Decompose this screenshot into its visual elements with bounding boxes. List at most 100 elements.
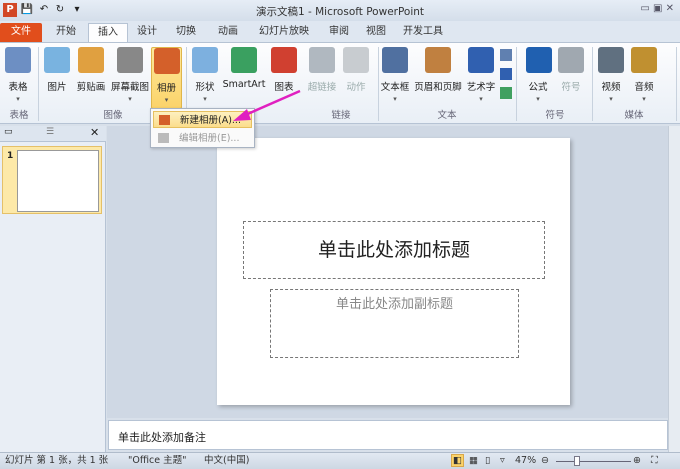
slides-tab[interactable]: ▭	[4, 127, 13, 137]
symbol-icon	[558, 47, 584, 73]
group-divider	[516, 47, 517, 121]
button-label: 视频	[601, 82, 621, 93]
powerpoint-logo-icon[interactable]: P	[3, 3, 17, 17]
theme-name[interactable]: "Office 主题"	[128, 453, 187, 469]
button-label: 相册	[156, 83, 176, 94]
zoom-slider-thumb[interactable]	[574, 456, 581, 466]
language[interactable]: 中文(中国)	[204, 453, 249, 469]
shapes-icon	[192, 47, 218, 73]
zoom-out-icon[interactable]: ⊖	[541, 453, 549, 469]
redo-icon[interactable]: ↻	[53, 3, 67, 17]
equation-button[interactable]: 公式 ▾	[526, 47, 552, 103]
tab-7[interactable]: 审阅	[322, 23, 356, 43]
clipart-icon	[78, 47, 104, 73]
ribbon-tabs: 文件 开始 插入 设计 切换 动画 幻灯片放映 审阅 视图 开发工具	[0, 21, 680, 43]
tab-1[interactable]: 开始	[46, 23, 86, 43]
photo-album-button[interactable]: 相册 ▾	[151, 47, 182, 109]
button-label: 表格	[8, 82, 28, 93]
object-icon[interactable]	[500, 87, 512, 99]
reading-view-icon[interactable]: ▯	[485, 453, 490, 469]
picture-button[interactable]: 图片	[43, 47, 71, 95]
undo-icon[interactable]: ↶	[37, 3, 51, 17]
button-label: 形状	[195, 82, 215, 93]
close-panel-icon[interactable]: ✕	[90, 126, 99, 139]
screenshot-icon	[117, 47, 143, 73]
dropdown-arrow-icon: ▾	[16, 95, 20, 103]
slide-number-icon[interactable]	[500, 68, 512, 80]
shapes-button[interactable]: 形状 ▾	[190, 47, 220, 103]
dropdown-arrow-icon: ▾	[164, 96, 169, 104]
textbox-icon	[382, 47, 408, 73]
tab-3[interactable]: 设计	[130, 23, 164, 43]
window-controls[interactable]: ▭ ▣ ✕	[640, 3, 674, 14]
zoom-slider[interactable]	[556, 461, 631, 462]
subtitle-placeholder[interactable]: 单击此处添加副标题	[270, 289, 519, 358]
date-time-icon[interactable]	[500, 49, 512, 61]
header-footer-button[interactable]: 页眉和页脚	[414, 47, 462, 95]
smartart-icon	[231, 47, 257, 73]
screenshot-button[interactable]: 屏幕截图 ▾	[110, 47, 150, 103]
dropdown-arrow-icon: ▾	[479, 95, 483, 103]
button-label: 艺术字	[466, 82, 496, 93]
button-label: 文本框	[380, 82, 410, 93]
button-label: 音频	[634, 82, 654, 93]
menu-item-label: 编辑相册(E)...	[179, 133, 240, 144]
new-album-icon	[159, 115, 170, 125]
chart-icon	[271, 47, 297, 73]
action-button[interactable]: 动作	[342, 47, 370, 95]
group-label: 符号	[545, 110, 565, 121]
dropdown-arrow-icon: ▾	[393, 95, 397, 103]
tab-6[interactable]: 幻灯片放映	[251, 23, 317, 43]
slideshow-icon[interactable]: ▿	[500, 453, 505, 469]
clipart-button[interactable]: 剪贴画	[74, 47, 108, 95]
tab-2[interactable]: 插入	[88, 23, 128, 43]
button-label: 公式	[528, 82, 548, 93]
notes-pane[interactable]: 单击此处添加备注	[108, 420, 668, 450]
tab-4[interactable]: 切换	[166, 23, 206, 43]
slide-info: 幻灯片 第 1 张，共 1 张	[5, 455, 109, 466]
audio-button[interactable]: 音频 ▾	[629, 47, 659, 103]
group-divider	[676, 47, 677, 121]
group-label: 文本	[437, 110, 457, 121]
slide-sorter-icon[interactable]: ▦	[469, 453, 478, 469]
window-title: 演示文稿1 - Microsoft PowerPoint	[255, 6, 425, 18]
photo-album-icon	[153, 48, 180, 74]
textbox-button[interactable]: 文本框 ▾	[379, 47, 411, 103]
wordart-icon	[468, 47, 494, 73]
table-button[interactable]: 表格 ▾	[3, 47, 33, 103]
tab-8[interactable]: 视图	[359, 23, 393, 43]
save-icon[interactable]: 💾	[20, 3, 34, 17]
hyperlink-button[interactable]: 超链接	[306, 47, 338, 95]
slide-thumbnail-selected[interactable]: 1	[2, 146, 102, 214]
video-button[interactable]: 视频 ▾	[597, 47, 625, 103]
wordart-button[interactable]: 艺术字 ▾	[464, 47, 498, 103]
outline-tab[interactable]: ☰	[46, 127, 54, 137]
zoom-in-icon[interactable]: ⊕	[633, 453, 641, 469]
dropdown-arrow-icon: ▾	[203, 95, 207, 103]
tab-0[interactable]: 文件	[0, 23, 42, 43]
tab-5[interactable]: 动画	[208, 23, 248, 43]
slide-thumbnail	[17, 150, 99, 212]
hyperlink-icon	[309, 47, 335, 73]
group-label: 媒体	[624, 110, 644, 121]
smartart-button[interactable]: SmartArt	[222, 47, 266, 92]
button-label: 符号	[561, 82, 581, 93]
title-placeholder[interactable]: 单击此处添加标题	[243, 221, 545, 279]
symbol-button[interactable]: 符号	[556, 47, 586, 95]
slides-panel: ▭ ☰ ✕ 1	[0, 126, 106, 452]
fit-to-window-icon[interactable]: ⛶	[651, 453, 658, 469]
button-label: 超链接	[307, 82, 337, 93]
customize-icon[interactable]: ▾	[70, 3, 84, 17]
ribbon: 表格 ▾ 图片 剪贴画 屏幕截图 ▾ 相册 ▾ 形状 ▾ SmartArt 图表 超链接 动作 文本框 ▾ 页眉…	[0, 42, 680, 124]
dropdown-arrow-icon: ▾	[609, 95, 613, 103]
video-icon	[598, 47, 624, 73]
vertical-scrollbar[interactable]	[668, 126, 680, 452]
slide-number: 1	[7, 151, 14, 161]
button-label: 动作	[346, 82, 366, 93]
tab-9[interactable]: 开发工具	[398, 23, 448, 43]
normal-view-icon[interactable]: ◧	[451, 454, 464, 467]
picture-icon	[44, 47, 70, 73]
edit-album-icon	[158, 133, 169, 143]
zoom-level[interactable]: 47%	[515, 453, 536, 469]
pointer-arrow	[233, 89, 301, 121]
